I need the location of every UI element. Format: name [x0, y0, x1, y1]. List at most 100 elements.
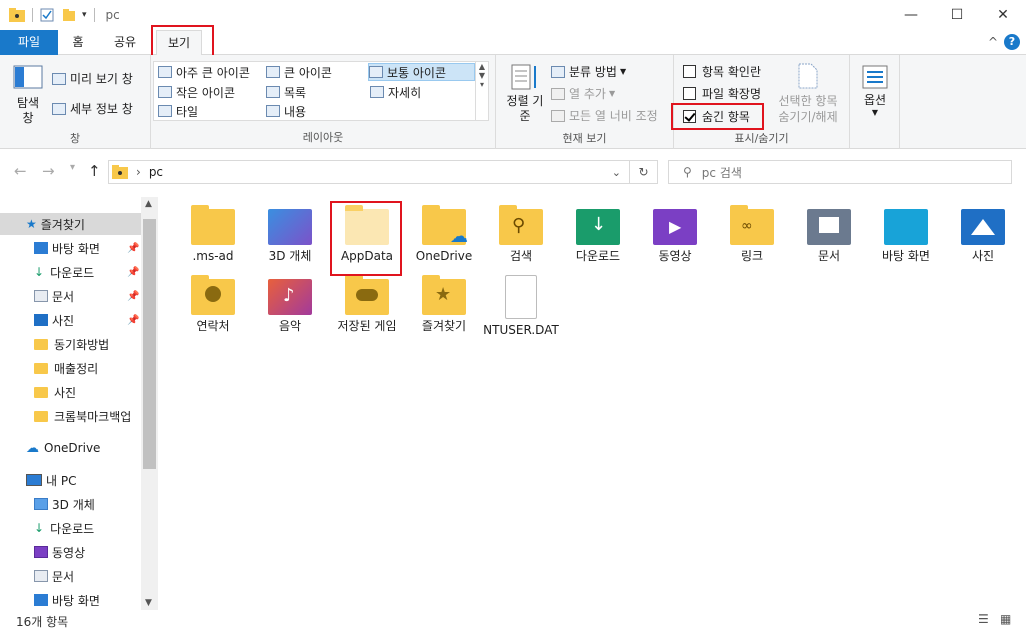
hide-selected-button[interactable]: 선택한 항목 숨기기/해제 [772, 62, 844, 125]
group-by-button[interactable]: 분류 방법 ▼ [551, 63, 626, 80]
item-checkboxes-checkbox[interactable] [683, 65, 696, 78]
group-current-view: 정렬 기준 분류 방법 ▼ 열 추가 ▼ 모든 열 너비 조정 현재 보기 [496, 55, 674, 149]
layout-small-icons[interactable]: 작은 아이콘 [158, 83, 235, 101]
file-item[interactable]: ♪ 음악 [252, 279, 328, 334]
back-arrow-icon[interactable]: ← [14, 162, 27, 180]
file-item[interactable]: ★ 즐겨찾기 [406, 275, 482, 334]
address-bar[interactable]: › pc ⌄ ↻ [108, 160, 658, 184]
sidebar-item-desktop[interactable]: 바탕 화면 [34, 589, 100, 610]
file-name: 저장된 게임 [337, 319, 397, 333]
group-label-layout: 레이아웃 [302, 131, 344, 144]
up-arrow-icon[interactable]: ↑ [88, 162, 101, 180]
file-name: 검색 [509, 249, 533, 263]
properties-icon[interactable] [40, 8, 54, 22]
details-view-icon[interactable]: ☰ [978, 612, 989, 626]
layout-tiles[interactable]: 타일 [158, 102, 198, 120]
sidebar-item-this-pc[interactable]: 내 PC [26, 469, 76, 491]
add-columns-icon [551, 87, 565, 100]
details-pane-button[interactable]: 세부 정보 창 [52, 100, 133, 117]
recent-dropdown-icon[interactable]: ▾ [70, 162, 75, 173]
quick-access-dropdown-icon[interactable]: ▾ [82, 10, 87, 20]
maximize-button[interactable]: ☐ [934, 0, 980, 30]
layout-item-label: 큰 아이콘 [284, 65, 332, 80]
layout-details[interactable]: 자세히 [370, 83, 421, 101]
file-item[interactable]: ∞ 링크 [714, 205, 790, 264]
separator [93, 8, 95, 22]
minimize-button[interactable]: — [888, 0, 934, 30]
item-checkboxes-toggle[interactable]: 항목 확인란 [683, 63, 761, 80]
file-item[interactable]: 사진 [945, 209, 1021, 264]
scrollbar-thumb[interactable] [143, 219, 156, 469]
sidebar-item-downloads[interactable]: ↓ 다운로드 [34, 261, 94, 283]
layout-item-label: 보통 아이콘 [387, 65, 447, 80]
music-folder-icon: ♪ [268, 279, 312, 315]
help-icon[interactable]: ? [1004, 34, 1020, 50]
add-columns-button[interactable]: 열 추가 ▼ [551, 85, 615, 102]
sort-by-button[interactable]: 정렬 기준 [506, 63, 544, 124]
layout-list[interactable]: 목록 [266, 83, 306, 101]
pictures-icon [34, 314, 48, 326]
sidebar-item-videos[interactable]: 동영상 [34, 541, 85, 563]
scroll-down-icon[interactable]: ▼ [145, 598, 152, 608]
sidebar-item-3d-objects[interactable]: 3D 개체 [34, 493, 95, 515]
sidebar-item-folder[interactable]: 크롬북마크백업 [34, 405, 131, 427]
file-extensions-checkbox[interactable] [683, 87, 696, 100]
layout-content[interactable]: 내용 [266, 102, 306, 120]
group-label-show-hide: 표시/숨기기 [734, 132, 789, 145]
sidebar-item-downloads[interactable]: ↓ 다운로드 [34, 517, 94, 539]
details-pane-icon [52, 102, 66, 115]
file-name: 문서 [817, 249, 841, 263]
search-box[interactable]: ⚲ pc 검색 [668, 160, 1012, 184]
folder-icon [34, 338, 48, 350]
folder-icon [34, 410, 48, 422]
fit-columns-button[interactable]: 모든 열 너비 조정 [551, 107, 658, 124]
close-button[interactable]: ✕ [980, 0, 1026, 30]
file-item[interactable]: 연락처 [175, 275, 251, 334]
document-icon [34, 570, 48, 582]
hide-selected-icon [798, 63, 818, 89]
layout-extra-large-icons[interactable]: 아주 큰 아이콘 [158, 63, 250, 81]
sidebar-item-folder[interactable]: 매출정리 [34, 357, 98, 379]
file-item[interactable]: NTUSER.DAT [483, 275, 559, 338]
pin-icon: 📌 [127, 291, 140, 302]
item-checkboxes-label: 항목 확인란 [702, 65, 762, 79]
layout-large-icons[interactable]: 큰 아이콘 [266, 63, 332, 81]
nav-pane-button[interactable]: 탐색 창 [10, 65, 46, 126]
file-item[interactable]: ☁ OneDrive [406, 205, 482, 264]
sidebar-scrollbar[interactable]: ▲ ▼ [141, 197, 158, 610]
file-item[interactable]: 저장된 게임 [329, 275, 405, 334]
file-item[interactable]: 문서 [791, 209, 867, 264]
new-folder-icon[interactable] [62, 8, 76, 22]
sidebar-item-folder[interactable]: 사진 [34, 381, 76, 403]
sidebar-item-documents[interactable]: 문서 [34, 285, 74, 307]
file-item[interactable]: ▶ 동영상 [637, 209, 713, 264]
sidebar-item-folder[interactable]: 동기화방법 [34, 333, 109, 355]
file-extensions-toggle[interactable]: 파일 확장명 [683, 85, 761, 102]
file-item[interactable]: 바탕 화면 [868, 209, 944, 264]
sidebar-item-quick-access[interactable]: ★ 즐겨찾기 [0, 213, 141, 235]
sidebar-item-pictures[interactable]: 사진 [34, 309, 74, 331]
sidebar-item-desktop[interactable]: 바탕 화면 [34, 237, 100, 259]
document-icon [34, 290, 48, 302]
scroll-up-icon[interactable]: ▲ [145, 199, 152, 209]
sidebar-item-onedrive[interactable]: ☁ OneDrive [26, 437, 100, 459]
forward-arrow-icon[interactable]: → [42, 162, 55, 180]
breadcrumb-chevron-icon[interactable]: › [136, 165, 141, 179]
tab-home[interactable]: 홈 [64, 30, 92, 55]
large-icons-view-icon[interactable]: ▦ [1000, 612, 1011, 626]
file-item[interactable]: 3D 개체 [252, 209, 328, 264]
tab-file[interactable]: 파일 [0, 30, 58, 55]
address-dropdown-icon[interactable]: ⌄ [612, 166, 621, 179]
layout-gallery-scroll[interactable]: ▲ ▼ ▾ [475, 62, 488, 120]
file-item[interactable]: ↓ 다운로드 [560, 209, 636, 264]
file-item[interactable]: ⚲ 검색 [483, 205, 559, 264]
layout-medium-icons[interactable]: 보통 아이콘 [368, 63, 475, 81]
file-item[interactable]: .ms-ad [175, 205, 251, 264]
preview-pane-button[interactable]: 미리 보기 창 [52, 70, 133, 87]
refresh-icon[interactable]: ↻ [629, 161, 657, 183]
collapse-ribbon-icon[interactable]: ^ [988, 35, 998, 49]
breadcrumb[interactable]: pc [149, 165, 163, 179]
options-button[interactable]: 옵션 ▼ [858, 65, 892, 117]
tab-share[interactable]: 공유 [108, 30, 142, 55]
sidebar-item-documents[interactable]: 문서 [34, 565, 74, 587]
